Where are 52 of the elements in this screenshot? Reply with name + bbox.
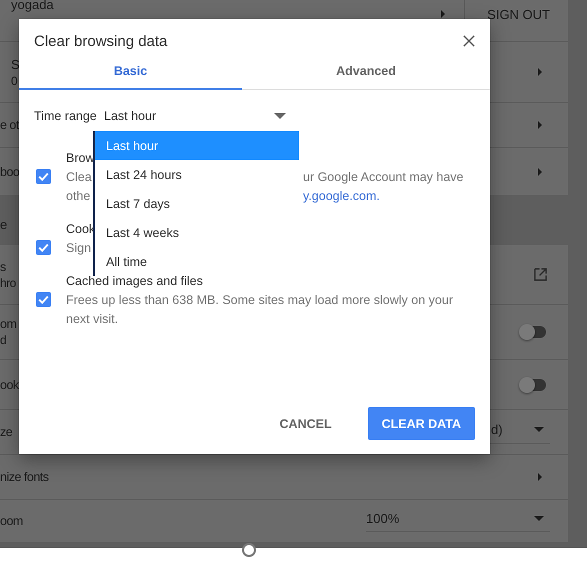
setting-label: e ot	[0, 118, 19, 132]
clear-data-button[interactable]: CLEAR DATA	[368, 407, 475, 440]
dropdown-field[interactable]: 100%	[366, 506, 550, 532]
setting-label: d	[0, 333, 6, 347]
setting-label: ze	[0, 425, 12, 439]
arrow-right-icon[interactable]	[537, 472, 543, 482]
setting-label: s	[0, 260, 6, 274]
tab[interactable]: Basic	[19, 54, 242, 90]
checkbox[interactable]	[36, 240, 51, 255]
option-description: Clea	[66, 169, 93, 186]
close-icon[interactable]	[463, 35, 475, 47]
caret-icon	[534, 516, 544, 522]
checkbox[interactable]	[36, 169, 51, 184]
setting-label: boo	[0, 164, 20, 178]
section-title: e	[0, 216, 8, 232]
caret-icon	[534, 426, 544, 432]
menu-item[interactable]: Last 4 weeks	[95, 218, 299, 247]
caret-icon	[274, 112, 286, 120]
menu-item[interactable]: All time	[95, 247, 299, 276]
arrow-right-icon[interactable]	[440, 9, 446, 19]
cancel-button[interactable]: CANCEL	[266, 407, 346, 440]
setting-label: om	[0, 317, 16, 331]
option-title: Cached images and files	[66, 273, 204, 290]
drag-handle-icon[interactable]	[241, 542, 257, 558]
setting-label: 0	[11, 74, 18, 88]
link[interactable]: y.google.com.	[303, 187, 380, 206]
option-description: Sign	[66, 240, 92, 257]
toggle-switch[interactable]	[522, 326, 546, 338]
setting-label: hro	[0, 276, 16, 290]
arrow-right-icon[interactable]	[537, 120, 543, 130]
setting-label: nize fonts	[0, 470, 49, 484]
option-description: Frees up less than 638 MB. Some sites may load more slowly on your next visit.	[66, 292, 454, 328]
tab[interactable]: Advanced	[242, 54, 490, 90]
menu-item[interactable]: Last 24 hours	[95, 160, 299, 189]
arrow-right-icon[interactable]	[537, 67, 543, 77]
option-title: Cook	[66, 221, 96, 238]
setting-label: oom	[0, 514, 23, 528]
time-range-dropdown[interactable]: Last hour	[104, 109, 286, 123]
dialog-title: Clear browsing data	[34, 32, 168, 50]
option-description: othe	[66, 188, 92, 205]
checkbox[interactable]	[36, 292, 51, 307]
external-link-icon[interactable]	[533, 267, 548, 282]
sign-out-button[interactable]: SIGN OUT	[487, 7, 550, 22]
field-label: Time range	[34, 109, 98, 123]
toggle-switch[interactable]	[522, 378, 546, 390]
option-description: ur Google Account may have	[303, 169, 464, 186]
setting-label: S	[11, 56, 20, 72]
arrow-right-icon[interactable]	[537, 166, 543, 176]
option-title: Brow	[66, 150, 96, 167]
setting-label: ook	[0, 378, 19, 392]
menu-item[interactable]: Last 7 days	[95, 189, 299, 218]
menu-item[interactable]: Last hour	[95, 131, 299, 160]
